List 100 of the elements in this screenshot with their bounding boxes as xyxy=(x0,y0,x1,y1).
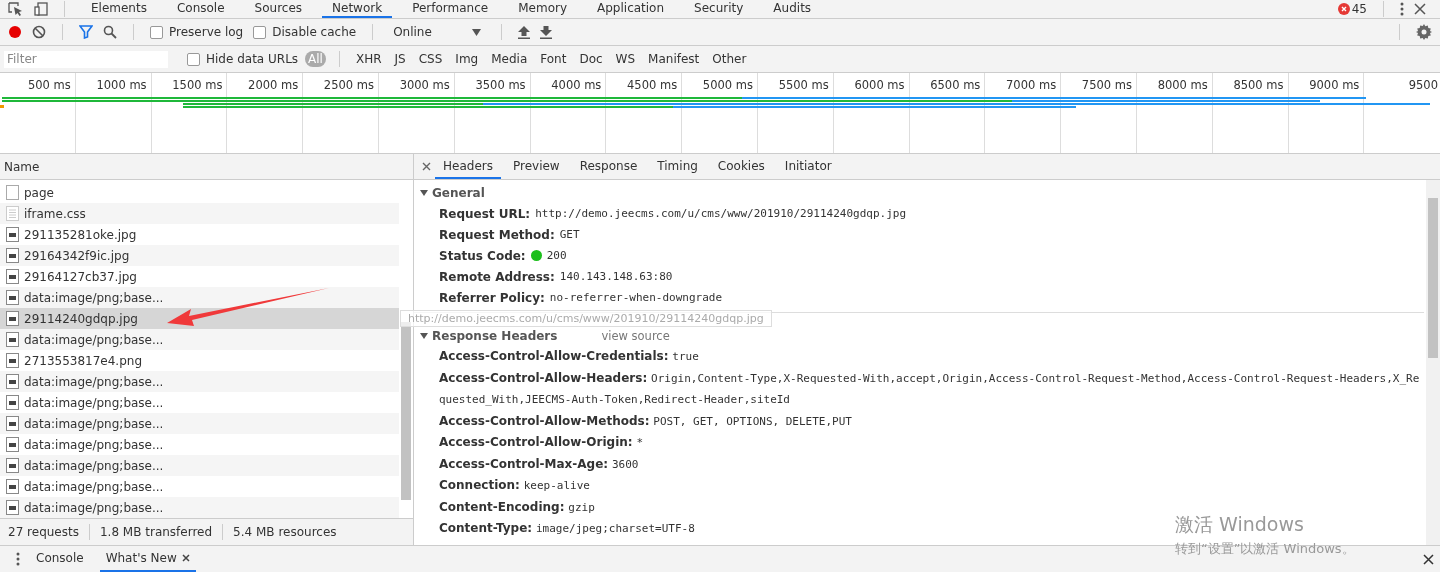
time-tick: 2000 ms xyxy=(248,78,299,92)
header-line: Access-Control-Allow-Origin: * xyxy=(439,434,645,451)
type-filter[interactable]: Other xyxy=(709,51,750,67)
request-row[interactable]: data:image/png;base... xyxy=(0,287,399,308)
search-icon[interactable] xyxy=(103,25,117,39)
column-header[interactable]: Name xyxy=(4,159,40,174)
header-value: http://demo.jeecms.com/u/cms/www/201910/29114240gdqp.jpg xyxy=(535,207,906,220)
device-icon[interactable] xyxy=(34,2,48,16)
request-row[interactable]: data:image/png;base... xyxy=(0,413,399,434)
panel-tab[interactable]: Security xyxy=(684,0,754,18)
request-name: data:image/png;base... xyxy=(24,395,164,410)
stylesheet-icon xyxy=(6,206,19,221)
filter-field[interactable]: Filter xyxy=(4,50,168,68)
header-name: Request Method: xyxy=(439,227,555,242)
request-row[interactable]: 29114240gdqp.jpg xyxy=(0,308,399,329)
request-name: data:image/png;base... xyxy=(24,416,164,431)
request-row[interactable]: data:image/png;base... xyxy=(0,497,399,518)
panel-tab[interactable]: Performance xyxy=(402,0,499,18)
request-row[interactable]: 291135281oke.jpg xyxy=(0,224,399,245)
detail-tab[interactable]: Timing xyxy=(649,154,706,179)
request-name: 2713553817e4.png xyxy=(24,353,143,368)
hide-data-urls-checkbox[interactable] xyxy=(187,52,200,66)
image-icon xyxy=(6,437,19,452)
detail-tab[interactable]: Initiator xyxy=(776,154,840,179)
close-icon[interactable] xyxy=(1414,3,1426,15)
drawer-tab[interactable]: Console xyxy=(30,546,90,572)
detail-tab[interactable]: Preview xyxy=(504,154,568,179)
error-count[interactable]: 45 xyxy=(1351,2,1367,16)
panel-tab[interactable]: Application xyxy=(587,0,675,18)
record-icon[interactable] xyxy=(8,25,22,39)
request-name: data:image/png;base... xyxy=(24,458,164,473)
section-title[interactable]: Response Headers xyxy=(432,329,558,343)
panel-tab[interactable]: Memory xyxy=(508,0,577,18)
type-filter[interactable]: Manifest xyxy=(645,51,703,67)
detail-tab[interactable]: Cookies xyxy=(709,154,773,179)
scrollbar[interactable] xyxy=(1426,180,1440,545)
filter-icon[interactable] xyxy=(79,25,93,39)
close-icon[interactable] xyxy=(1423,553,1434,565)
type-filter[interactable]: CSS xyxy=(415,51,446,67)
inspect-icon[interactable] xyxy=(8,2,24,16)
header-line: Access-Control-Max-Age: 3600 xyxy=(439,455,640,473)
panel-tab[interactable]: Elements xyxy=(81,0,157,18)
request-row[interactable]: data:image/png;base... xyxy=(0,392,399,413)
time-tick: 6500 ms xyxy=(930,78,981,92)
type-filter[interactable]: Media xyxy=(488,51,531,67)
request-row[interactable]: data:image/png;base... xyxy=(0,371,399,392)
time-tick: 8500 ms xyxy=(1233,78,1284,92)
image-icon xyxy=(6,479,19,494)
panel-tab[interactable]: Sources xyxy=(244,0,313,18)
request-name: data:image/png;base... xyxy=(24,479,164,494)
image-icon xyxy=(6,248,19,263)
request-row[interactable]: 29164127cb37.jpg xyxy=(0,266,399,287)
type-filter[interactable]: Img xyxy=(452,51,482,67)
type-filter[interactable]: Font xyxy=(537,51,570,67)
detail-tab[interactable]: Response xyxy=(571,154,646,179)
panel-tab[interactable]: Audits xyxy=(763,0,822,18)
type-filter[interactable]: XHR xyxy=(352,51,385,67)
more-icon[interactable] xyxy=(1400,2,1404,16)
clear-icon[interactable] xyxy=(32,25,46,39)
triangle-icon[interactable] xyxy=(420,189,428,197)
type-filter[interactable]: JS xyxy=(391,51,409,67)
header-value: 200 xyxy=(546,249,567,262)
time-tick: 9500 xyxy=(1408,78,1438,92)
request-row[interactable]: 2713553817e4.png xyxy=(0,350,399,371)
more-icon[interactable] xyxy=(16,552,20,566)
request-row[interactable]: data:image/png;base... xyxy=(0,455,399,476)
header-name: Request URL: xyxy=(439,206,531,221)
panel-tab[interactable]: Network xyxy=(322,0,393,18)
request-row[interactable]: 29164342f9ic.jpg xyxy=(0,245,399,266)
header-line: Connection: keep-alive xyxy=(439,477,591,494)
detail-tab[interactable]: Headers xyxy=(435,154,501,179)
download-icon[interactable] xyxy=(539,25,552,39)
preserve-log-checkbox[interactable] xyxy=(150,25,163,39)
checkbox-label: Hide data URLs xyxy=(206,52,299,66)
close-icon[interactable] xyxy=(422,162,431,171)
upload-icon[interactable] xyxy=(517,25,530,39)
request-row[interactable]: page xyxy=(0,182,399,203)
request-name: 29164342f9ic.jpg xyxy=(24,248,130,263)
time-tick: 3500 ms xyxy=(475,78,526,92)
triangle-icon[interactable] xyxy=(420,332,428,340)
time-tick: 9000 ms xyxy=(1309,78,1360,92)
panel-tab[interactable]: Console xyxy=(166,0,235,18)
view-source-link[interactable]: view source xyxy=(601,329,670,343)
throttling-select[interactable]: Online xyxy=(389,25,485,39)
close-icon[interactable] xyxy=(181,554,190,562)
request-row[interactable]: data:image/png;base... xyxy=(0,434,399,455)
type-filter[interactable]: WS xyxy=(612,51,639,67)
checkbox-label: Disable cache xyxy=(272,25,357,39)
drawer-tab[interactable]: What's New xyxy=(99,546,196,572)
header-value: GET xyxy=(559,228,580,241)
request-row[interactable]: data:image/png;base... xyxy=(0,329,399,350)
type-filter[interactable]: Doc xyxy=(576,51,606,67)
time-tick: 1000 ms xyxy=(96,78,147,92)
request-row[interactable]: data:image/png;base... xyxy=(0,476,399,497)
header-name: Remote Address: xyxy=(439,269,555,284)
request-row[interactable]: iframe.css xyxy=(0,203,399,224)
settings-icon[interactable] xyxy=(1416,24,1432,40)
section-title[interactable]: General xyxy=(432,186,485,200)
image-icon xyxy=(6,395,19,410)
disable-cache-checkbox[interactable] xyxy=(253,25,267,39)
